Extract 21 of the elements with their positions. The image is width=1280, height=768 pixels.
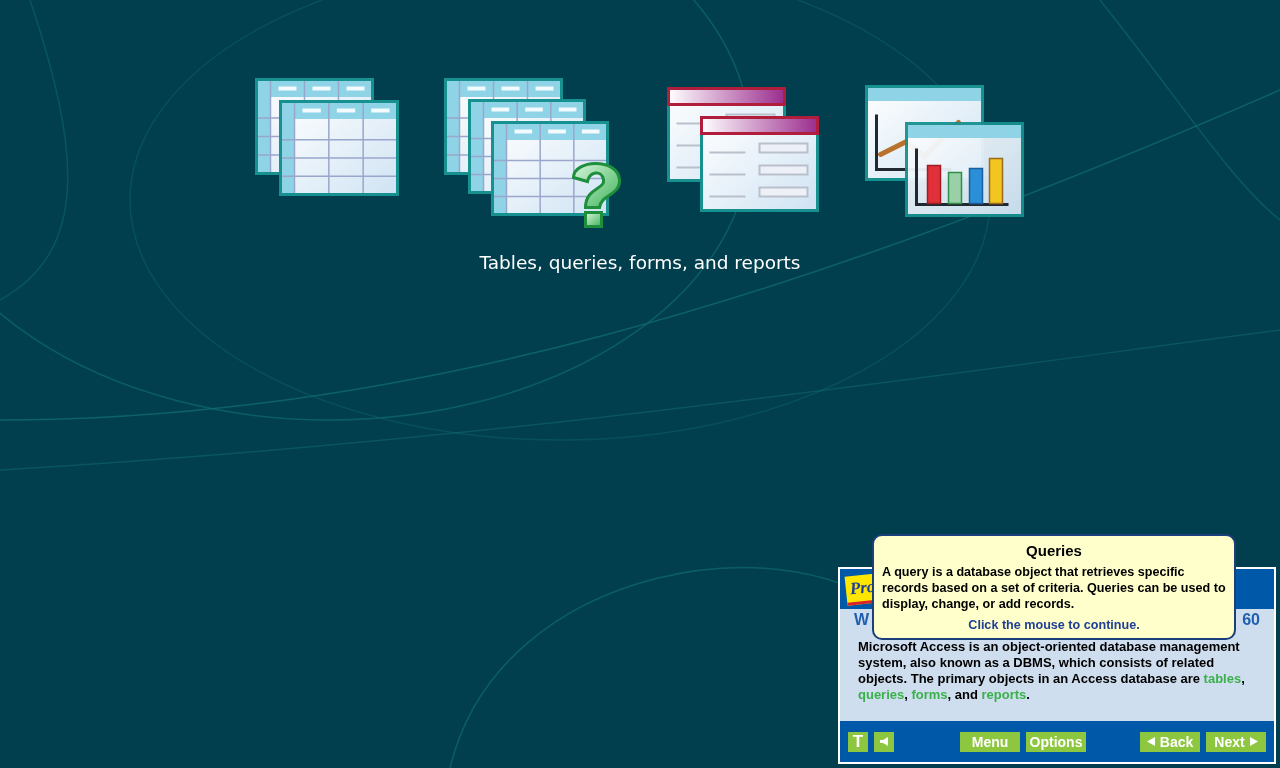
tooltip-popup[interactable]: Queries A query is a database object that retrieves specific records based on a set of criteria. Queries can be used to display, change, or add records. Click the mouse to continue.: [872, 534, 1236, 640]
form-windows-icon: [667, 87, 820, 213]
menu-button[interactable]: Menu: [960, 731, 1020, 752]
continue-hint: Click the mouse to continue.: [967, 618, 1141, 632]
audio-button[interactable]: [874, 731, 894, 752]
caption: Tables, queries, forms, and reports: [478, 252, 802, 273]
left-arrow-icon: [1146, 737, 1155, 746]
options-button[interactable]: Options: [1026, 731, 1086, 752]
text-button[interactable]: T: [848, 731, 868, 752]
right-arrow-icon: [1249, 737, 1258, 746]
lesson-number: 60: [1242, 611, 1260, 630]
table-stack-icon: [255, 78, 399, 196]
next-button[interactable]: Next: [1206, 731, 1266, 752]
back-button[interactable]: Back: [1140, 731, 1200, 752]
chart-windows-icon: [865, 85, 1025, 218]
popup-title: Queries: [1025, 542, 1083, 559]
speaker-icon: [880, 737, 888, 746]
popup-text: A query is a database object that retrieves specific records based on a set of criteria. Queries can be used to display, change, or add records.: [882, 564, 1226, 612]
term-link[interactable]: forms: [911, 687, 948, 702]
table-question-icon: [444, 78, 622, 228]
lesson-title: W: [854, 611, 870, 630]
